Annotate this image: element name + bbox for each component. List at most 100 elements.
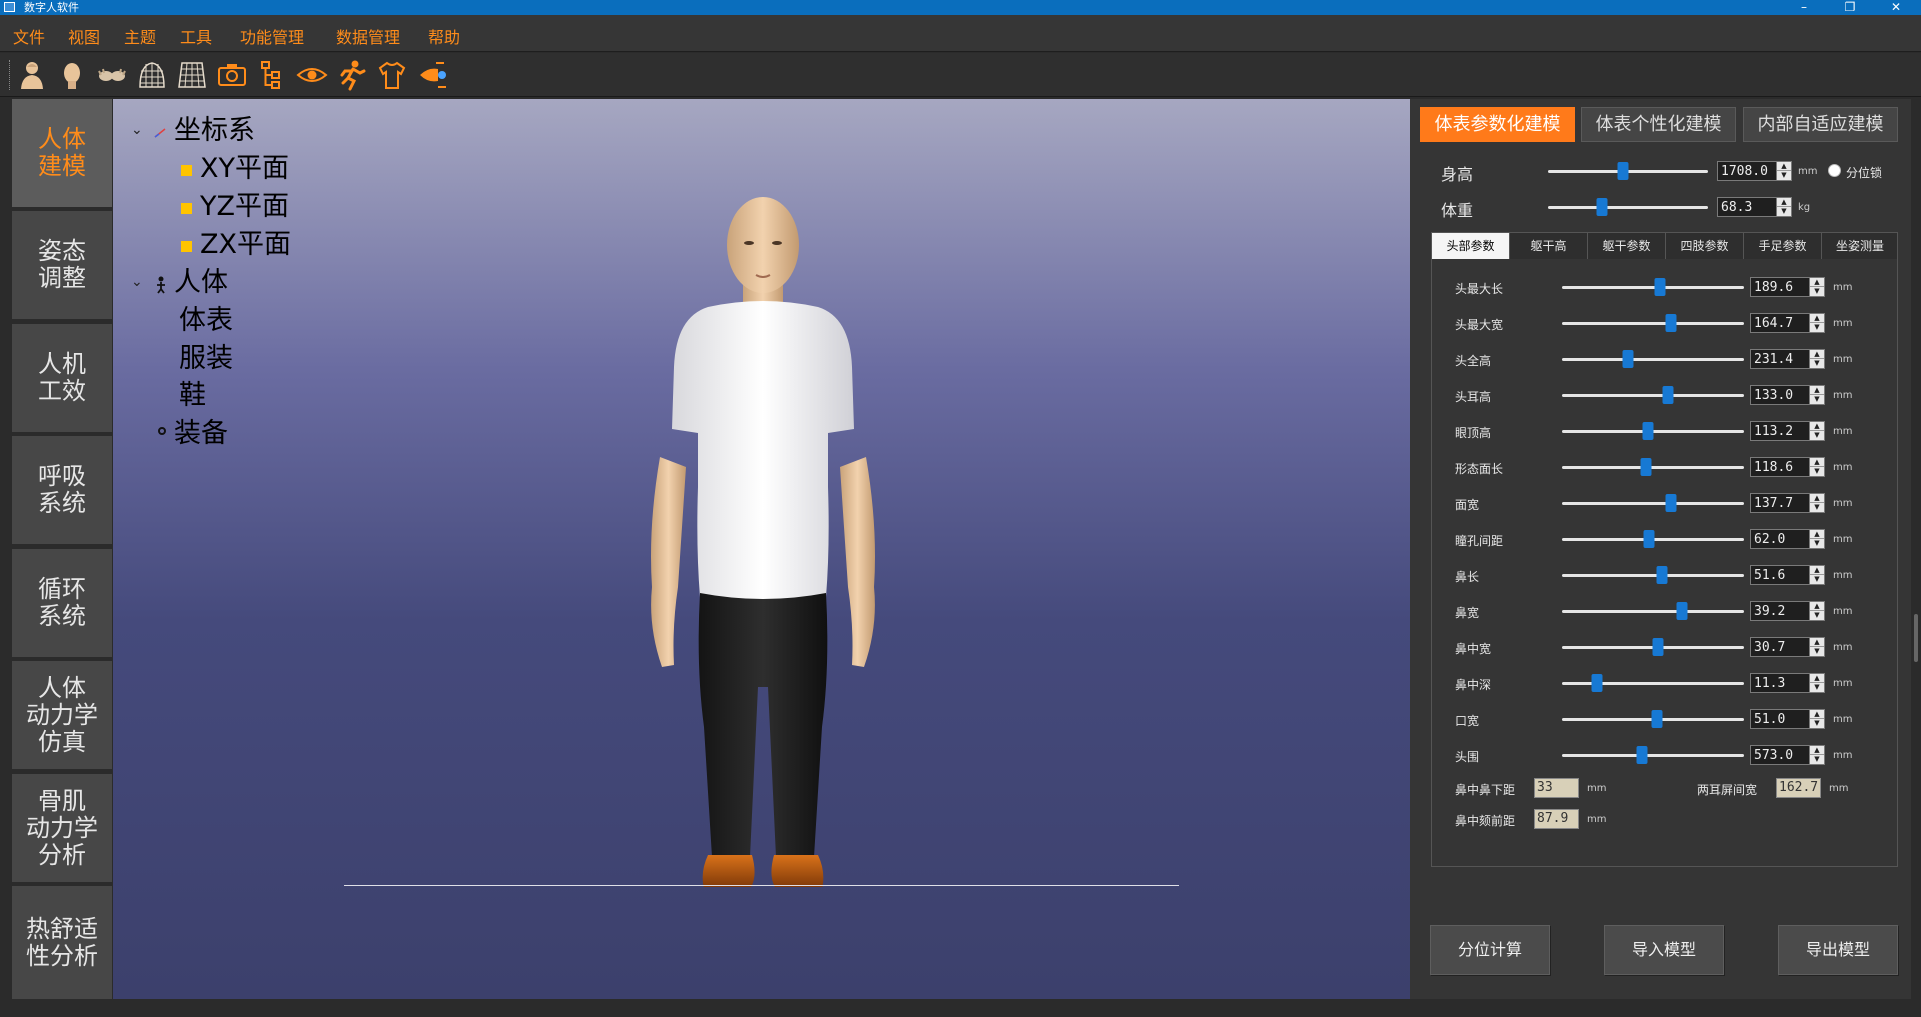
tree-xy-plane[interactable]: XY平面 [200,154,289,184]
param-input[interactable] [1751,602,1807,620]
percentile-calc-button[interactable]: 分位计算 [1430,925,1550,975]
param-slider[interactable] [1562,494,1744,512]
airflow-icon[interactable] [416,59,448,91]
param-spinbox[interactable]: ▲▼ [1750,277,1825,297]
param-spinbox[interactable]: ▲▼ [1750,349,1825,369]
spin-down-icon[interactable]: ▼ [1810,539,1824,548]
subtab-hand-foot-params[interactable]: 手足参数 [1744,233,1822,260]
param-input[interactable] [1751,638,1807,656]
grid-icon[interactable] [176,59,208,91]
weight-input[interactable] [1718,198,1774,216]
spin-down-icon[interactable]: ▼ [1777,171,1791,180]
param-spinbox[interactable]: ▲▼ [1750,493,1825,513]
sidebar-item-dynamics-simulation[interactable]: 人体 动力学 仿真 [12,661,112,769]
close-button[interactable]: ✕ [1884,0,1908,14]
tree-clothing[interactable]: 服装 [179,344,233,374]
param-input[interactable] [1751,746,1807,764]
param-slider[interactable] [1562,602,1744,620]
spin-up-icon[interactable]: ▲ [1810,710,1824,719]
param-spinbox[interactable]: ▲▼ [1750,385,1825,405]
running-pose-icon[interactable] [336,59,368,91]
param-slider[interactable] [1562,386,1744,404]
spin-up-icon[interactable]: ▲ [1810,638,1824,647]
param-input[interactable] [1751,566,1807,584]
tree-equipment[interactable]: 装备 [174,419,228,449]
minimize-button[interactable]: – [1792,0,1816,14]
clothing-icon[interactable] [376,59,408,91]
body-model-icon[interactable] [16,59,48,91]
camera-icon[interactable] [216,59,248,91]
tree-body-surface[interactable]: 体表 [179,306,233,336]
spin-down-icon[interactable]: ▼ [1810,287,1824,296]
param-spinbox[interactable]: ▲▼ [1750,313,1825,333]
param-slider[interactable] [1562,422,1744,440]
spin-down-icon[interactable]: ▼ [1810,611,1824,620]
sidebar-item-respiratory-system[interactable]: 呼吸 系统 [12,436,112,544]
param-slider[interactable] [1562,746,1744,764]
param-spinbox[interactable]: ▲▼ [1750,637,1825,657]
tree-human-body[interactable]: 人体 [174,268,228,298]
param-slider[interactable] [1562,530,1744,548]
param-spinbox[interactable]: ▲▼ [1750,421,1825,441]
param-slider[interactable] [1562,710,1744,728]
sidebar-item-human-modeling[interactable]: 人体 建模 [12,99,112,207]
param-slider[interactable] [1562,458,1744,476]
spin-up-icon[interactable]: ▲ [1810,278,1824,287]
param-slider[interactable] [1562,566,1744,584]
param-slider[interactable] [1562,638,1744,656]
import-model-button[interactable]: 导入模型 [1604,925,1724,975]
spin-up-icon[interactable]: ▲ [1810,314,1824,323]
toolbar-grip[interactable] [9,60,12,90]
sidebar-item-thermal-comfort[interactable]: 热舒适 性分析 [12,886,112,999]
height-slider[interactable] [1548,162,1708,180]
subtab-head-params[interactable]: 头部参数 [1432,233,1510,260]
sidebar-item-musculoskeletal-analysis[interactable]: 骨肌 动力学 分析 [12,774,112,882]
param-spinbox[interactable]: ▲▼ [1750,457,1825,477]
param-slider[interactable] [1562,674,1744,692]
3d-viewport[interactable]: ⌄ 坐标系 XY平面 YZ平面 ZX平面 ⌄ 人体 体表 服装 鞋 装备 [113,99,1410,999]
restore-button[interactable]: ❐ [1838,0,1862,14]
menu-function-management[interactable]: 功能管理 [240,24,304,48]
param-input[interactable] [1751,530,1807,548]
param-spinbox[interactable]: ▲▼ [1750,673,1825,693]
param-input[interactable] [1751,386,1807,404]
param-slider[interactable] [1562,350,1744,368]
sidebar-item-posture-adjustment[interactable]: 姿态 调整 [12,211,112,319]
panel-scrollbar[interactable] [1911,99,1921,999]
subtab-torso-params[interactable]: 躯干参数 [1588,233,1666,260]
param-spinbox[interactable]: ▲▼ [1750,529,1825,549]
scrollbar-thumb[interactable] [1914,614,1918,662]
spin-down-icon[interactable]: ▼ [1777,207,1791,216]
eye-icon[interactable] [296,59,328,91]
menu-tools[interactable]: 工具 [180,24,212,48]
tab-internal-adaptive-modeling[interactable]: 内部自适应建模 [1743,107,1898,142]
menu-data-management[interactable]: 数据管理 [336,24,400,48]
tab-personalized-modeling[interactable]: 体表个性化建模 [1581,107,1736,142]
spin-up-icon[interactable]: ▲ [1810,386,1824,395]
spin-down-icon[interactable]: ▼ [1810,359,1824,368]
spin-down-icon[interactable]: ▼ [1810,467,1824,476]
tree-hierarchy-icon[interactable] [256,59,288,91]
param-input[interactable] [1751,494,1807,512]
spin-down-icon[interactable]: ▼ [1810,683,1824,692]
spin-down-icon[interactable]: ▼ [1810,431,1824,440]
percentile-lock-radio[interactable] [1828,164,1841,177]
menu-view[interactable]: 视图 [68,24,100,48]
spin-up-icon[interactable]: ▲ [1810,566,1824,575]
spin-up-icon[interactable]: ▲ [1777,162,1791,171]
param-input[interactable] [1751,422,1807,440]
mesh-surface-icon[interactable] [136,59,168,91]
expand-arrow-icon[interactable]: ⌄ [131,122,143,138]
spin-up-icon[interactable]: ▲ [1810,530,1824,539]
spin-down-icon[interactable]: ▼ [1810,395,1824,404]
head-icon[interactable] [56,59,88,91]
expand-arrow-icon[interactable]: ⌄ [131,274,143,290]
spin-up-icon[interactable]: ▲ [1810,458,1824,467]
param-input[interactable] [1751,278,1807,296]
param-input[interactable] [1751,710,1807,728]
spin-up-icon[interactable]: ▲ [1777,198,1791,207]
menu-help[interactable]: 帮助 [428,24,460,48]
human-model-render[interactable] [638,167,888,887]
sidebar-item-ergonomics[interactable]: 人机 工效 [12,324,112,432]
weight-slider[interactable] [1548,198,1708,216]
